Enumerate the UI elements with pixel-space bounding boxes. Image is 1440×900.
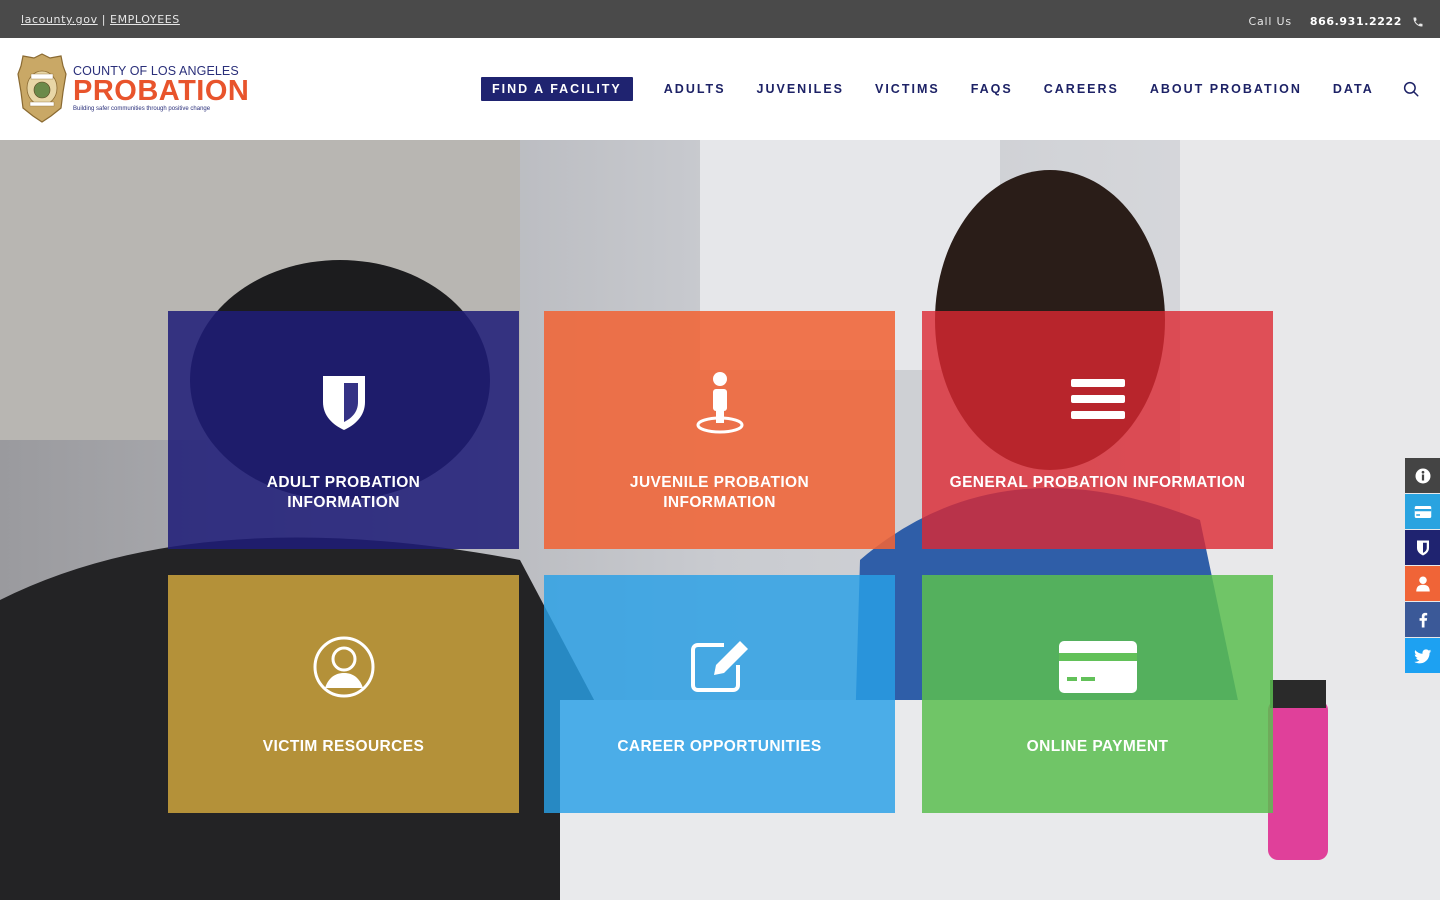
phone-number[interactable]: 866.931.2222 <box>1310 15 1402 28</box>
credit-card-icon <box>1058 641 1137 693</box>
lacounty-link[interactable]: lacounty.gov <box>21 13 98 26</box>
nav-juveniles[interactable]: JUVENILES <box>757 82 844 96</box>
tile-label: CAREER OPPORTUNITIES <box>617 738 822 755</box>
info-icon <box>1415 468 1430 483</box>
nav-faqs[interactable]: FAQS <box>971 82 1013 96</box>
credit-card-icon <box>1414 505 1431 518</box>
tile-label: GENERAL PROBATION INFORMATION <box>949 474 1246 491</box>
tile-adult-probation[interactable]: ADULT PROBATION INFORMATION <box>168 311 519 549</box>
nav-data[interactable]: DATA <box>1333 82 1374 96</box>
facebook-icon <box>1419 612 1427 627</box>
site-logo[interactable]: COUNTY OF LOS ANGELES PROBATION Building… <box>17 52 249 124</box>
tile-label: JUVENILE PROBATION INFORMATION <box>629 474 810 511</box>
tile-juvenile-probation[interactable]: JUVENILE PROBATION INFORMATION <box>544 311 895 549</box>
twitter-icon <box>1413 648 1431 663</box>
tile-victim-resources[interactable]: VICTIM RESOURCES <box>168 575 519 813</box>
side-info-button[interactable] <box>1405 458 1440 493</box>
tile-general-probation[interactable]: GENERAL PROBATION INFORMATION <box>922 311 1273 549</box>
user-icon <box>1415 576 1430 591</box>
tile-label: ONLINE PAYMENT <box>1026 738 1169 755</box>
main-nav: FIND A FACILITY ADULTS JUVENILES VICTIMS… <box>481 77 1405 101</box>
nav-find-a-facility[interactable]: FIND A FACILITY <box>481 77 633 101</box>
link-separator: | <box>101 13 107 26</box>
side-facebook-button[interactable] <box>1405 602 1440 637</box>
edit-icon <box>690 641 748 692</box>
menu-lines-icon <box>1070 379 1125 419</box>
tile-label: VICTIM RESOURCES <box>262 738 425 755</box>
side-victim-button[interactable] <box>1405 566 1440 601</box>
logo-text: COUNTY OF LOS ANGELES PROBATION Building… <box>73 64 249 112</box>
phone-icon <box>1412 16 1424 28</box>
hero-section: ADULT PROBATION INFORMATION JUVENILE PRO… <box>0 140 1440 900</box>
user-circle-icon <box>313 636 374 698</box>
nav-victims[interactable]: VICTIMS <box>875 82 940 96</box>
tile-online-payment[interactable]: ONLINE PAYMENT <box>922 575 1273 813</box>
badge-icon <box>17 53 67 123</box>
side-payment-button[interactable] <box>1405 494 1440 529</box>
shield-icon <box>322 376 365 430</box>
shield-icon <box>1416 540 1429 555</box>
tile-career-opportunities[interactable]: CAREER OPPORTUNITIES <box>544 575 895 813</box>
top-links: lacounty.gov | EMPLOYEES <box>21 13 180 26</box>
search-icon[interactable] <box>1402 80 1420 98</box>
side-adult-button[interactable] <box>1405 530 1440 565</box>
logo-title: PROBATION <box>73 75 250 107</box>
side-quick-links <box>1405 458 1440 674</box>
person-pin-icon <box>696 372 743 434</box>
top-utility-bar: lacounty.gov | EMPLOYEES Call Us 866.931.2… <box>0 0 1440 38</box>
nav-adults[interactable]: ADULTS <box>664 82 726 96</box>
site-header: COUNTY OF LOS ANGELES PROBATION Building… <box>0 38 1440 140</box>
tile-label: ADULT PROBATION INFORMATION <box>266 474 421 511</box>
nav-careers[interactable]: CAREERS <box>1044 82 1119 96</box>
call-us: Call Us 866.931.2222 <box>1248 15 1424 28</box>
nav-about-probation[interactable]: ABOUT PROBATION <box>1150 82 1302 96</box>
side-twitter-button[interactable] <box>1405 638 1440 673</box>
call-us-label: Call Us <box>1248 15 1292 28</box>
employees-link[interactable]: EMPLOYEES <box>110 13 180 26</box>
